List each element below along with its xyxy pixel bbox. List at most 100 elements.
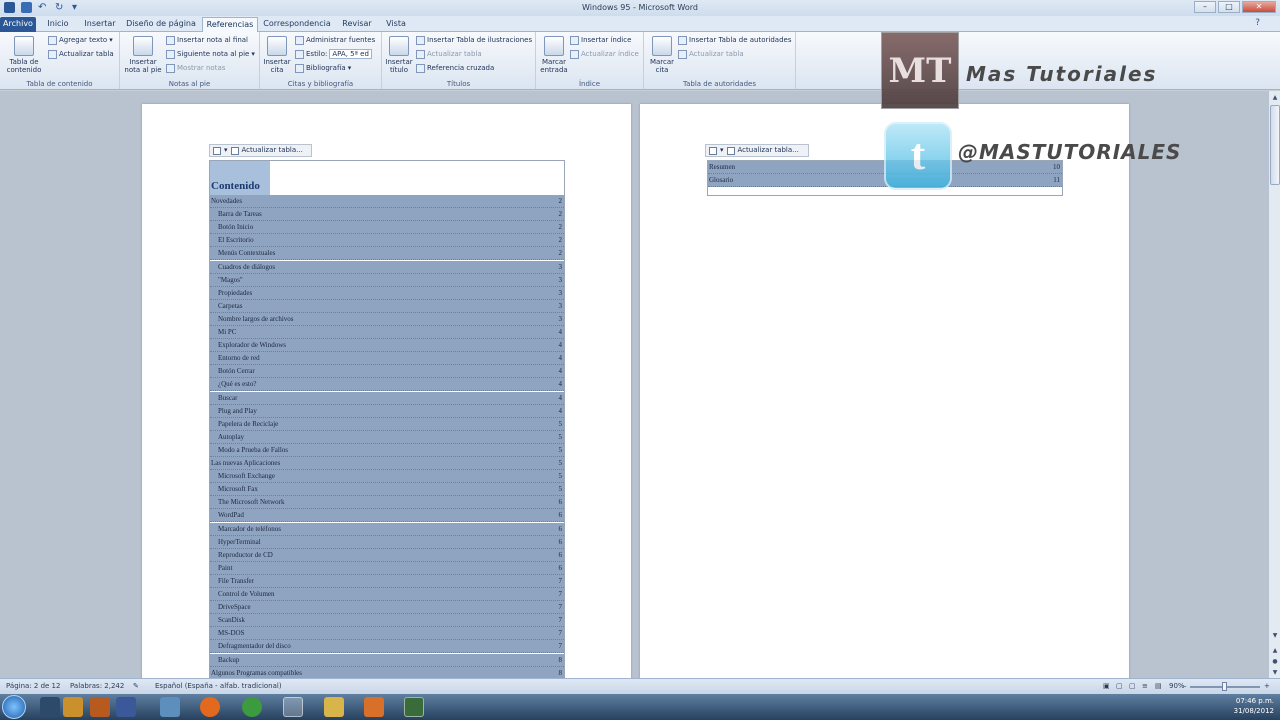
scroll-up-icon[interactable]: ▲ (1270, 93, 1280, 103)
taskbar-icon-5[interactable] (160, 697, 180, 717)
chevron-down-icon[interactable]: ▾ (224, 145, 228, 156)
toc-entry[interactable]: Buscar 4 (210, 391, 564, 405)
toc-entry[interactable]: Plug and Play 4 (210, 404, 564, 418)
toc-entry[interactable]: WordPad 6 (210, 509, 564, 523)
facebook-icon[interactable] (116, 697, 136, 717)
toc-entry[interactable]: Defragmentador del disco 7 (210, 640, 564, 654)
taskbar-icon-1[interactable] (40, 697, 60, 717)
toc-entry[interactable]: Las nuevas Aplicaciones 5 (210, 457, 564, 470)
media-player-icon[interactable] (364, 697, 384, 717)
full-screen-icon[interactable]: ▢ (1116, 679, 1123, 694)
chevron-down-icon[interactable]: ▾ (720, 145, 724, 156)
toc-entry[interactable]: HyperTerminal 6 (210, 535, 564, 549)
toc-entry[interactable]: Botón Cerrar 4 (210, 365, 564, 379)
tab-archivo[interactable]: Archivo (0, 17, 36, 32)
next-page-icon[interactable]: ▼ (1270, 668, 1280, 678)
insert-index-button[interactable]: Insertar índice (570, 35, 631, 45)
toc-entry[interactable]: Menús Contextuales 2 (210, 247, 564, 261)
toc-entry[interactable]: Microsoft Fax 5 (210, 483, 564, 497)
toc-content-control[interactable]: Contenido Novedades 2 Barra de Tareas 2 Botó… (209, 160, 565, 678)
tab-vista[interactable]: Vista (380, 17, 412, 32)
mark-citation-button[interactable]: Marcar cita (648, 36, 676, 74)
toc-entry[interactable]: Papelera de Reciclaje 5 (210, 417, 564, 431)
zoom-out-icon[interactable]: – (1183, 679, 1187, 694)
taskbar-icon-3[interactable] (90, 697, 110, 717)
toc-entry[interactable]: MS-DOS 7 (210, 627, 564, 641)
toc-entry[interactable]: Modo a Prueba de Fallos 5 (210, 443, 564, 457)
next-footnote-button[interactable]: Siguiente nota al pie ▾ (166, 49, 255, 59)
tab-insertar[interactable]: Insertar (80, 17, 120, 32)
page-count[interactable]: Página: 2 de 12 (6, 679, 60, 694)
toc-entry[interactable]: Mi PC 4 (210, 326, 564, 339)
taskbar-icon-2[interactable] (63, 697, 83, 717)
toc-entry[interactable]: El Escritorio 2 (210, 234, 564, 248)
insert-table-of-figures-button[interactable]: Insertar Tabla de ilustraciones (416, 35, 532, 45)
toc-button[interactable]: Tabla de contenido (3, 36, 45, 74)
update-index-button[interactable]: Actualizar índice (570, 49, 639, 59)
toc-menu-icon[interactable] (709, 146, 717, 155)
tab-inicio[interactable]: Inicio (42, 17, 74, 32)
help-icon[interactable]: ? (1255, 18, 1260, 28)
prev-page-icon[interactable]: ▲ (1270, 646, 1280, 656)
toc-entry[interactable]: DriveSpace 7 (210, 601, 564, 615)
toc-field-toolbar-2[interactable]: ▾ Actualizar tabla... (705, 144, 809, 157)
chrome-icon[interactable] (242, 697, 262, 717)
explorer-icon[interactable] (324, 697, 344, 717)
draft-icon[interactable]: ▤ (1155, 679, 1162, 694)
zoom-slider-knob[interactable] (1222, 682, 1227, 691)
toc-entry[interactable]: Microsoft Exchange 5 (210, 470, 564, 484)
scroll-down-icon[interactable]: ▼ (1270, 631, 1280, 641)
word-taskbar-icon[interactable] (283, 697, 303, 717)
scroll-thumb[interactable] (1270, 105, 1280, 185)
add-text-button[interactable]: Agregar texto ▾ (48, 35, 113, 45)
insert-caption-button[interactable]: Insertar título (384, 36, 414, 74)
web-layout-icon[interactable]: ▢ (1129, 679, 1136, 694)
toc-entry[interactable]: Nombre largos de archivos 3 (210, 312, 564, 326)
tab-correspondencia[interactable]: Correspondencia (262, 17, 332, 32)
toc-entry[interactable]: Control de Volumen 7 (210, 588, 564, 601)
toc-entry[interactable]: Backup 8 (210, 653, 564, 667)
update-figures-table-button[interactable]: Actualizar tabla (416, 49, 482, 59)
toc-entry[interactable]: Reproductor de CD 6 (210, 548, 564, 562)
close-button[interactable]: ✕ (1242, 1, 1276, 13)
toc-entry[interactable]: Paint 6 (210, 561, 564, 575)
insert-citation-button[interactable]: Insertar cita (262, 36, 292, 74)
document-area[interactable]: ▾ Actualizar tabla... Contenido Novedades… (0, 91, 1268, 678)
start-button[interactable] (2, 695, 26, 719)
bibliography-button[interactable]: Bibliografía ▾ (295, 63, 351, 73)
toc-entry[interactable]: Algunos Programas compatibles 8 (210, 666, 564, 678)
update-authorities-button[interactable]: Actualizar tabla (678, 49, 744, 59)
show-notes-button[interactable]: Mostrar notas (166, 63, 225, 73)
mark-entry-button[interactable]: Marcar entrada (538, 36, 570, 74)
insert-footnote-button[interactable]: Insertar nota al pie (123, 36, 163, 74)
toc-entry[interactable]: Marcador de teléfonos 6 (210, 522, 564, 536)
toc-entry[interactable]: Carpetas 3 (210, 299, 564, 313)
toc-field-toolbar[interactable]: ▾ Actualizar tabla... (209, 144, 312, 157)
outline-icon[interactable]: ≡ (1142, 679, 1148, 694)
taskbar-icon-10[interactable] (404, 697, 424, 717)
update-table-button[interactable]: Actualizar tabla... (738, 145, 799, 156)
page-1[interactable]: ▾ Actualizar tabla... Contenido Novedades… (142, 104, 631, 678)
style-select[interactable]: Estilo: APA, 5ª ed (295, 49, 372, 59)
toc-entry[interactable]: Explorador de Windows 4 (210, 339, 564, 353)
toc-entry[interactable]: "Magos" 3 (210, 273, 564, 287)
toc-entry[interactable]: Botón Inicio 2 (210, 221, 564, 235)
toc-entry[interactable]: Autoplay 5 (210, 430, 564, 444)
word-count[interactable]: Palabras: 2,242 (70, 679, 124, 694)
print-layout-icon[interactable]: ▣ (1103, 679, 1110, 694)
insert-table-of-authorities-button[interactable]: Insertar Tabla de autoridades (678, 35, 791, 45)
update-toc-button[interactable]: Actualizar tabla (48, 49, 114, 59)
toc-entry[interactable]: Barra de Tareas 2 (210, 208, 564, 222)
toc-entry[interactable]: Entorno de red 4 (210, 352, 564, 366)
update-table-button[interactable]: Actualizar tabla... (242, 145, 303, 156)
tab-referencias[interactable]: Referencias (202, 17, 258, 32)
minimize-button[interactable]: – (1194, 1, 1216, 13)
vertical-scrollbar[interactable]: ▲ ▼ ▲ ● ▼ (1268, 91, 1280, 678)
toc-entry[interactable]: Propiedades 3 (210, 286, 564, 300)
maximize-button[interactable]: □ (1218, 1, 1240, 13)
toc-entry[interactable]: Cuadros de diálogos 3 (210, 260, 564, 274)
system-tray[interactable]: 07:46 p.m. 31/08/2012 (1234, 696, 1274, 716)
tab-diseno-pagina[interactable]: Diseño de página (124, 17, 198, 32)
page-2[interactable]: ▾ Actualizar tabla... Resumen 10 Glosario 11 (640, 104, 1129, 678)
zoom-in-icon[interactable]: + (1264, 679, 1270, 694)
